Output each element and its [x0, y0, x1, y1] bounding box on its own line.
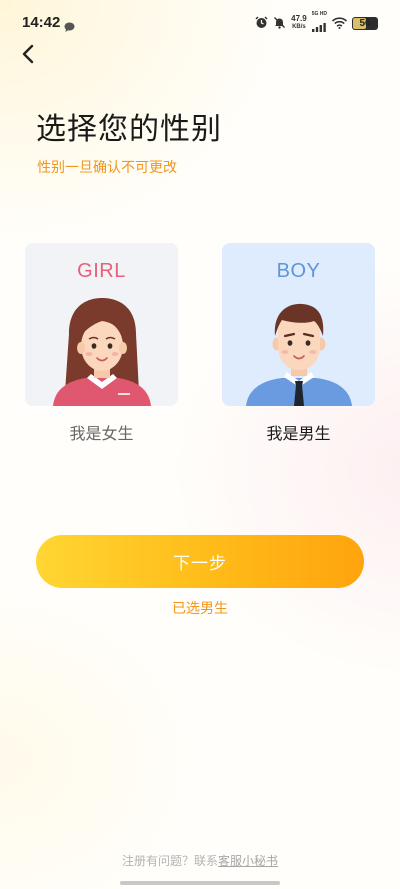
girl-card-title: GIRL	[77, 260, 126, 282]
page-subtitle: 性别一旦确认不可更改	[37, 160, 177, 176]
home-indicator[interactable]	[120, 881, 280, 885]
boy-avatar-icon	[246, 303, 352, 406]
mute-bell-icon	[273, 14, 286, 33]
footer-help-text: 注册有问题？联系	[121, 854, 218, 868]
gender-option-female[interactable]: GIRL 我是女生	[25, 243, 178, 444]
network-speed-value: 47.9	[291, 14, 307, 23]
battery-level: 56	[359, 17, 371, 29]
status-bar: 14:42 47.9 KB/s 5G HD 56	[0, 0, 400, 46]
wifi-icon	[331, 14, 348, 33]
network-speed: 47.9 KB/s	[291, 15, 307, 31]
alarm-icon	[255, 14, 268, 33]
girl-avatar-icon	[53, 298, 151, 406]
page-title: 选择您的性别	[36, 112, 222, 147]
footer-help: 注册有问题？联系客服小秘书	[0, 852, 400, 869]
customer-service-link[interactable]: 客服小秘书	[218, 854, 278, 868]
chevron-left-icon	[21, 44, 35, 68]
cellular-signal: 5G HD	[311, 11, 327, 36]
gender-option-male[interactable]: BOY 我是男生	[222, 243, 375, 444]
selection-status: 已选男生	[172, 601, 228, 617]
boy-label: 我是男生	[266, 424, 331, 443]
network-speed-unit: KB/s	[292, 24, 306, 30]
back-button[interactable]	[16, 44, 40, 68]
girl-card[interactable]: GIRL	[25, 243, 178, 406]
battery-indicator: 56	[352, 16, 378, 30]
boy-card-title: BOY	[276, 260, 321, 282]
next-step-button[interactable]: 下一步	[36, 535, 364, 588]
status-icons: 47.9 KB/s 5G HD 56	[255, 11, 378, 36]
girl-label: 我是女生	[69, 424, 134, 443]
status-time: 14:42	[22, 14, 61, 31]
chat-bubble-icon	[64, 17, 75, 36]
signal-bars-icon	[311, 17, 326, 36]
boy-card[interactable]: BOY	[222, 243, 375, 406]
